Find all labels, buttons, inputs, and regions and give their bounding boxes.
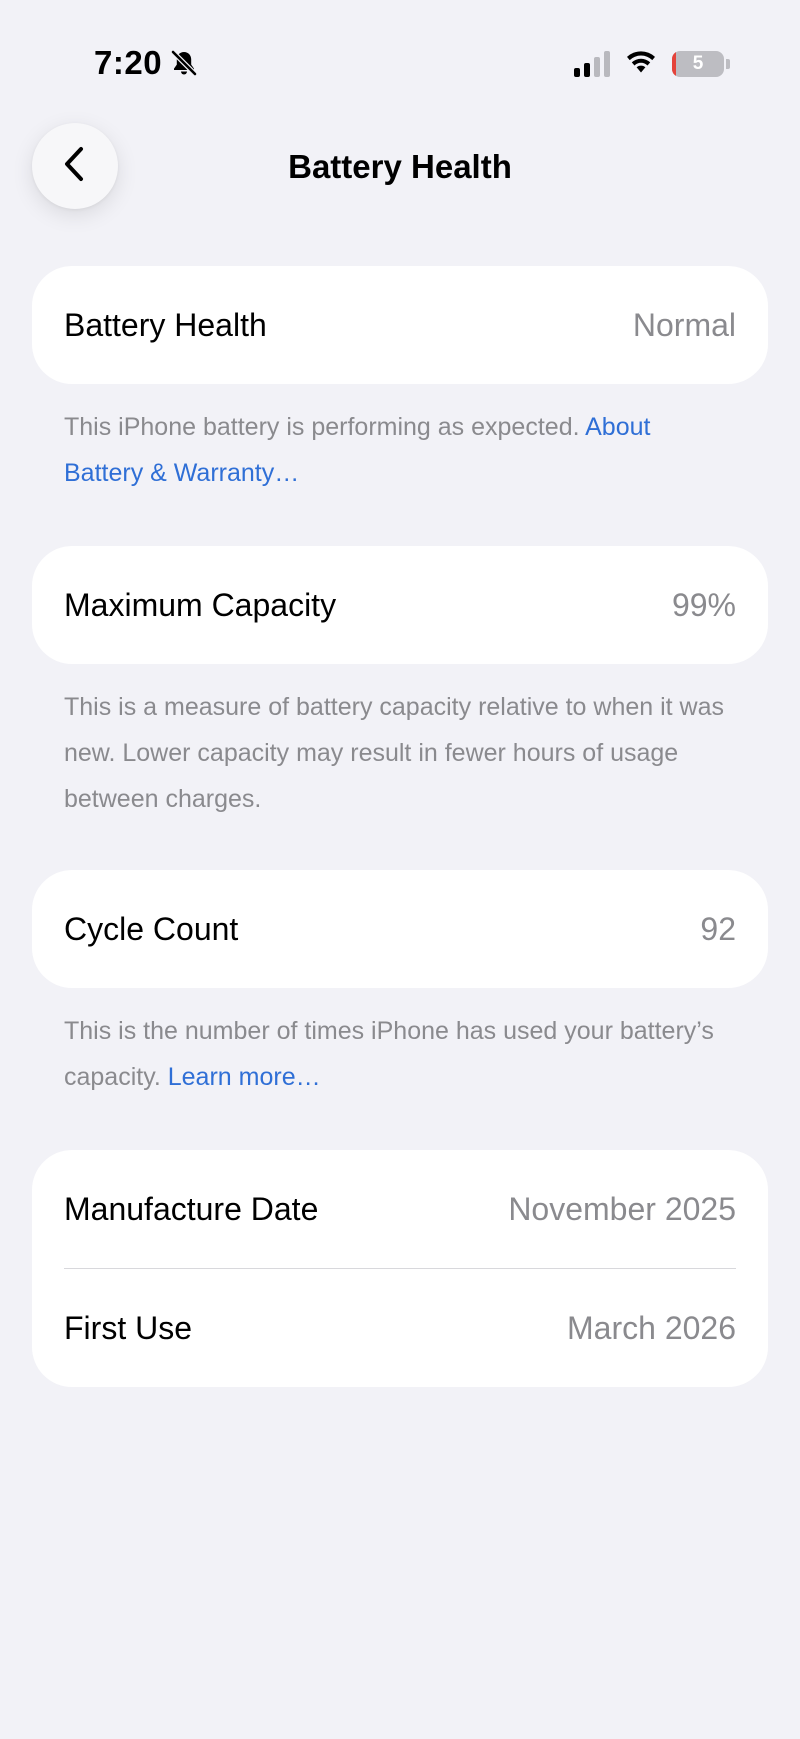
maximum-capacity-note: This is a measure of battery capacity re… [64,693,725,813]
battery-health-value: Normal [632,306,736,343]
wifi-icon [624,48,658,79]
dates-card: Manufacture Date November 2025 First Use… [32,1150,768,1387]
battery-health-content: Battery Health Normal This iPhone batter… [32,266,768,1387]
battery-icon: 5 [672,50,730,77]
first-use-label: First Use [64,1309,192,1346]
manufacture-date-row: Manufacture Date November 2025 [64,1150,736,1268]
status-bar: 7:20 5 [0,0,800,120]
cycle-count-card: Cycle Count 92 [32,870,768,988]
battery-health-footnote: This iPhone battery is performing as exp… [32,384,768,496]
maximum-capacity-footnote: This is a measure of battery capacity re… [32,664,768,822]
maximum-capacity-value: 99% [671,586,736,623]
learn-more-link[interactable]: Learn more… [168,1063,321,1091]
maximum-capacity-card: Maximum Capacity 99% [32,546,768,664]
status-time: 7:20 [94,44,163,81]
battery-health-label: Battery Health [64,306,267,343]
battery-body: 5 [672,50,724,77]
cycle-count-note: This is the number of times iPhone has u… [64,1017,714,1091]
signal-icon [574,50,610,77]
battery-level: 5 [692,52,704,74]
page-title: Battery Health [288,148,512,185]
maximum-capacity-label: Maximum Capacity [64,586,337,623]
cycle-count-footnote: This is the number of times iPhone has u… [32,988,768,1100]
battery-fill [672,50,677,77]
bell-slash-icon [170,49,198,77]
first-use-row: First Use March 2026 [64,1269,736,1387]
first-use-value: March 2026 [567,1309,736,1346]
battery-health-row: Battery Health Normal [64,266,736,384]
cycle-count-value: 92 [700,910,736,947]
battery-cap [726,58,730,69]
maximum-capacity-row: Maximum Capacity 99% [64,546,736,664]
cycle-count-row: Cycle Count 92 [64,870,736,988]
manufacture-date-value: November 2025 [508,1190,736,1227]
battery-health-card: Battery Health Normal [32,266,768,384]
status-right-group: 5 [574,48,730,79]
manufacture-date-label: Manufacture Date [64,1190,319,1227]
cycle-count-label: Cycle Count [64,910,239,947]
status-time-group: 7:20 [94,44,198,82]
battery-health-note: This iPhone battery is performing as exp… [64,413,586,441]
